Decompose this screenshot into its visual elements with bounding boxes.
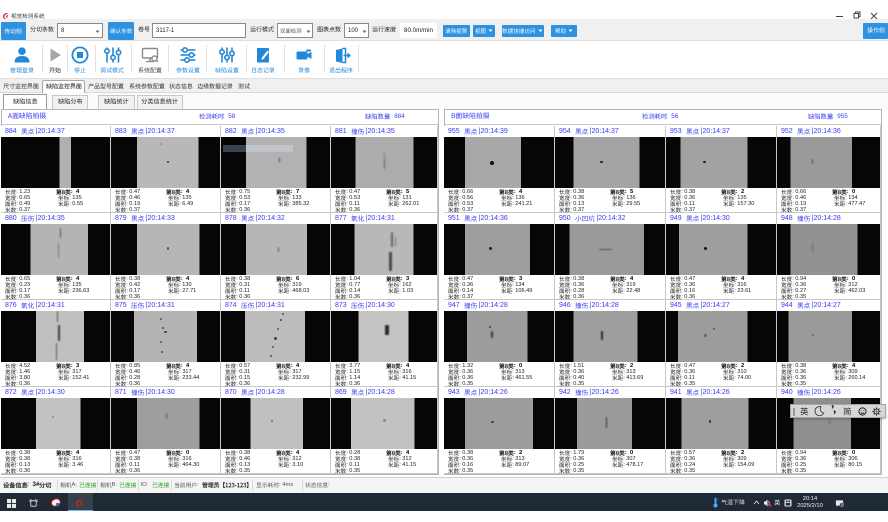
svg-text:6: 6 [841,503,843,507]
